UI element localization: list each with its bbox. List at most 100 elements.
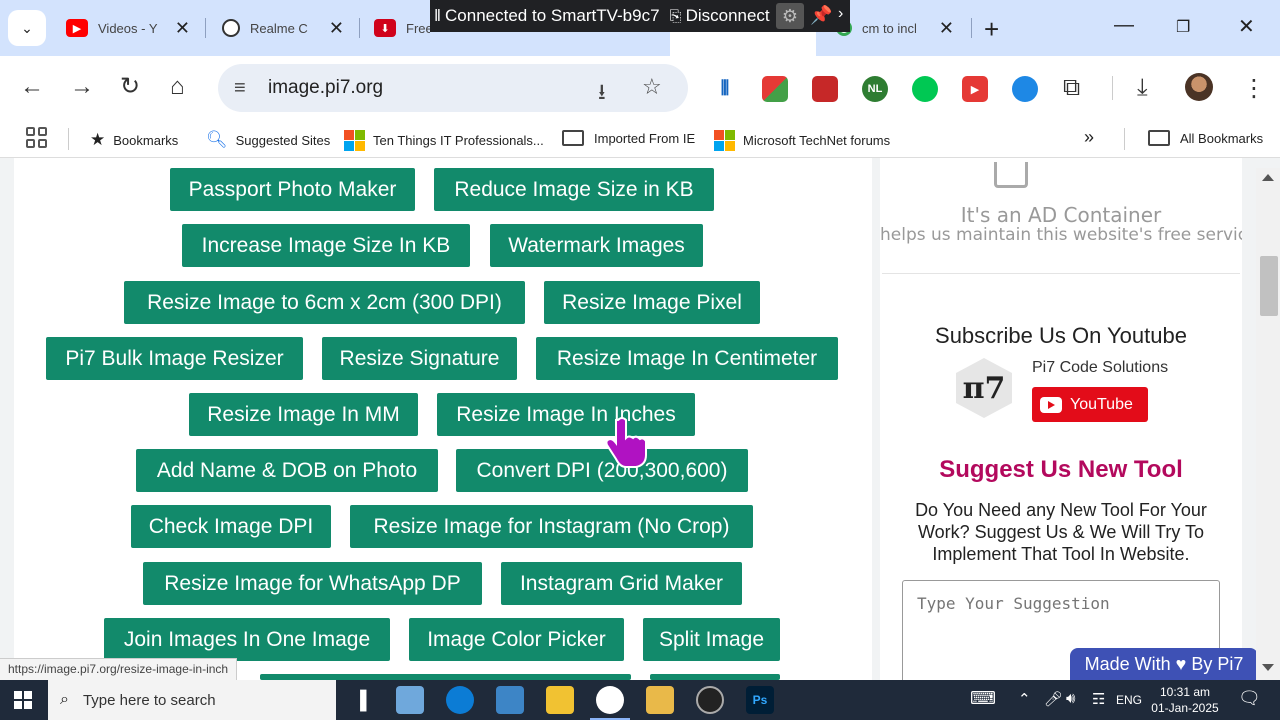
extensions-puzzle-icon[interactable]: ⧉ xyxy=(1063,74,1080,102)
taskbar-clock[interactable]: 10:31 am 01-Jan-2025 xyxy=(1150,684,1220,716)
earth-extension-icon[interactable] xyxy=(1012,76,1038,102)
home-button[interactable]: ⌂ xyxy=(170,74,185,100)
chrome-browser-icon[interactable] xyxy=(590,686,630,720)
scroll-down-arrow-icon[interactable] xyxy=(1262,664,1274,671)
tool-resize-centimeter[interactable]: Resize Image In Centimeter xyxy=(536,337,838,380)
windows-start-icon[interactable] xyxy=(14,691,32,709)
taskbar-search[interactable]: ⌕ Type here to search xyxy=(48,680,336,720)
robot-extension-icon[interactable] xyxy=(912,76,938,102)
network-icon[interactable]: ☶ xyxy=(1092,690,1105,708)
pin-icon[interactable]: 📌 xyxy=(810,5,832,26)
tab-search-button[interactable]: ⌄ xyxy=(8,10,46,46)
library-extension-icon[interactable]: ⫴ xyxy=(712,76,738,102)
edge-browser-icon[interactable] xyxy=(446,686,474,714)
tool-resize-inches[interactable]: Resize Image In Inches xyxy=(437,393,695,436)
page-scrollbar[interactable] xyxy=(1256,168,1280,680)
minimize-button[interactable]: — xyxy=(1114,14,1134,37)
apps-grid-icon[interactable] xyxy=(26,127,47,148)
tab-realme[interactable]: Realme C ✕ xyxy=(222,8,344,48)
microphone-icon[interactable]: 🎤︎ xyxy=(1044,690,1063,708)
tool-instagram-grid-maker[interactable]: Instagram Grid Maker xyxy=(501,562,742,605)
install-app-icon[interactable]: ⭳ xyxy=(598,75,606,113)
tool-bulk-image-resizer[interactable]: Pi7 Bulk Image Resizer xyxy=(46,337,303,380)
notifications-icon[interactable]: 🗨︎ xyxy=(1238,688,1261,709)
tool-join-images[interactable]: Join Images In One Image xyxy=(104,618,390,661)
made-with-badge[interactable]: Made With ♥ By Pi7 xyxy=(1070,648,1258,680)
gear-icon[interactable]: ⚙ xyxy=(776,3,804,29)
windows-taskbar: ⌕ Type here to search ▐ Ps ⌨ ⌃ 🎤︎ 🔊︎ ☶ E… xyxy=(0,680,1280,720)
disconnect-button[interactable]: ⎘ Disconnect xyxy=(670,6,770,26)
folder-icon xyxy=(562,130,584,146)
task-view-icon[interactable]: ▐ xyxy=(346,686,374,714)
ad-divider xyxy=(882,273,1240,274)
url-text[interactable]: image.pi7.org xyxy=(268,77,383,99)
tool-increase-image-size-kb[interactable]: Increase Image Size In KB xyxy=(182,224,470,267)
tool-resize-6cm-2cm[interactable]: Resize Image to 6cm x 2cm (300 DPI) xyxy=(124,281,525,324)
profile-avatar[interactable] xyxy=(1185,73,1213,101)
microsoft-logo-icon xyxy=(714,130,735,151)
forward-button[interactable]: → xyxy=(70,74,94,100)
close-icon[interactable]: ✕ xyxy=(939,18,954,38)
bookmark-item-imported-from-ie[interactable]: Imported From IE xyxy=(562,130,695,146)
bookmarks-divider xyxy=(1124,128,1125,150)
remote-desktop-icon[interactable] xyxy=(496,686,524,714)
bookmark-star-icon[interactable]: ☆ xyxy=(642,74,662,100)
address-bar[interactable]: ≡ image.pi7.org ⭳ ☆ xyxy=(218,64,688,112)
tool-resize-signature[interactable]: Resize Signature xyxy=(322,337,517,380)
scroll-thumb[interactable] xyxy=(1260,256,1278,316)
menu-kebab-icon[interactable]: ⋮ xyxy=(1242,74,1266,103)
tool-add-name-dob[interactable]: Add Name & DOB on Photo xyxy=(136,449,438,492)
tool-resize-instagram[interactable]: Resize Image for Instagram (No Crop) xyxy=(350,505,753,548)
speaker-icon[interactable]: 🔊︎ xyxy=(1066,690,1075,707)
new-tab-button[interactable]: + xyxy=(984,14,999,45)
color-extension-icon[interactable] xyxy=(762,76,788,102)
bookmark-item-ten-things[interactable]: Ten Things IT Professionals... xyxy=(344,130,544,151)
bookmark-item-technet[interactable]: Microsoft TechNet forums xyxy=(714,130,890,151)
tab-strip: ⌄ ▶ Videos - Y ✕ Realme C ✕ ⬇ Free cm to… xyxy=(0,0,1280,56)
youtube-subscribe-button[interactable]: YouTube xyxy=(1032,387,1148,422)
scroll-up-arrow-icon[interactable] xyxy=(1262,174,1274,181)
close-icon[interactable]: ✕ xyxy=(175,18,190,38)
site-info-icon[interactable]: ≡ xyxy=(234,77,246,100)
tool-resize-image-pixel[interactable]: Resize Image Pixel xyxy=(544,281,760,324)
keyboard-tray-icon[interactable]: ⌨ xyxy=(970,688,996,709)
tab-cm-to-inch[interactable]: cm to inch ✕ xyxy=(836,8,954,48)
bookmark-item-suggested-sites[interactable]: 🔍︎ Suggested Sites xyxy=(206,130,330,150)
tool-watermark-images[interactable]: Watermark Images xyxy=(490,224,703,267)
bookmark-item-bookmarks[interactable]: ★ Bookmarks xyxy=(90,130,178,150)
play-extension-icon[interactable]: ▶ xyxy=(962,76,988,102)
back-button[interactable]: ← xyxy=(20,74,44,100)
folder-icon xyxy=(1148,130,1170,146)
tab-youtube[interactable]: ▶ Videos - Y ✕ xyxy=(66,8,190,48)
tool-resize-whatsapp-dp[interactable]: Resize Image for WhatsApp DP xyxy=(143,562,482,605)
tool-split-image[interactable]: Split Image xyxy=(643,618,780,661)
file-explorer-icon[interactable] xyxy=(646,686,674,714)
close-window-button[interactable]: ✕ xyxy=(1238,14,1255,39)
tool-passport-photo-maker[interactable]: Passport Photo Maker xyxy=(170,168,415,211)
tab-free[interactable]: ⬇ Free xyxy=(374,8,434,48)
book-extension-icon[interactable] xyxy=(812,76,838,102)
tool-check-image-dpi[interactable]: Check Image DPI xyxy=(131,505,331,548)
tab-title: cm to inch xyxy=(862,20,916,36)
tool-convert-dpi[interactable]: Convert DPI (200,300,600) xyxy=(456,449,748,492)
tool-image-color-picker[interactable]: Image Color Picker xyxy=(409,618,624,661)
close-icon[interactable]: ✕ xyxy=(329,18,344,38)
ad-title: It's an AD Container xyxy=(960,203,1162,227)
downloads-icon[interactable]: ⤓ xyxy=(1137,74,1148,102)
tool-reduce-image-size-kb[interactable]: Reduce Image Size in KB xyxy=(434,168,714,211)
photoshop-icon[interactable]: Ps xyxy=(746,686,774,714)
language-indicator[interactable]: ENG xyxy=(1116,693,1142,707)
reload-button[interactable]: ↻ xyxy=(120,74,140,100)
bookmark-item-all-bookmarks[interactable]: All Bookmarks xyxy=(1148,130,1263,146)
chevron-up-icon[interactable]: ⌃ xyxy=(1018,690,1031,708)
search-icon: ⌕ xyxy=(60,691,69,708)
more-bookmarks-chevron-icon[interactable]: » xyxy=(1084,127,1094,148)
globe-extension-icon[interactable]: NL xyxy=(862,76,888,102)
restore-button[interactable]: ❐ xyxy=(1176,17,1190,37)
notepad-app-icon[interactable] xyxy=(396,686,424,714)
tool-resize-mm[interactable]: Resize Image In MM xyxy=(189,393,418,436)
obs-record-icon[interactable] xyxy=(696,686,724,714)
bookmarks-bar: ★ Bookmarks 🔍︎ Suggested Sites Ten Things … xyxy=(0,120,1280,158)
chevron-right-icon[interactable]: › xyxy=(838,5,843,23)
sticky-notes-icon[interactable] xyxy=(546,686,574,714)
